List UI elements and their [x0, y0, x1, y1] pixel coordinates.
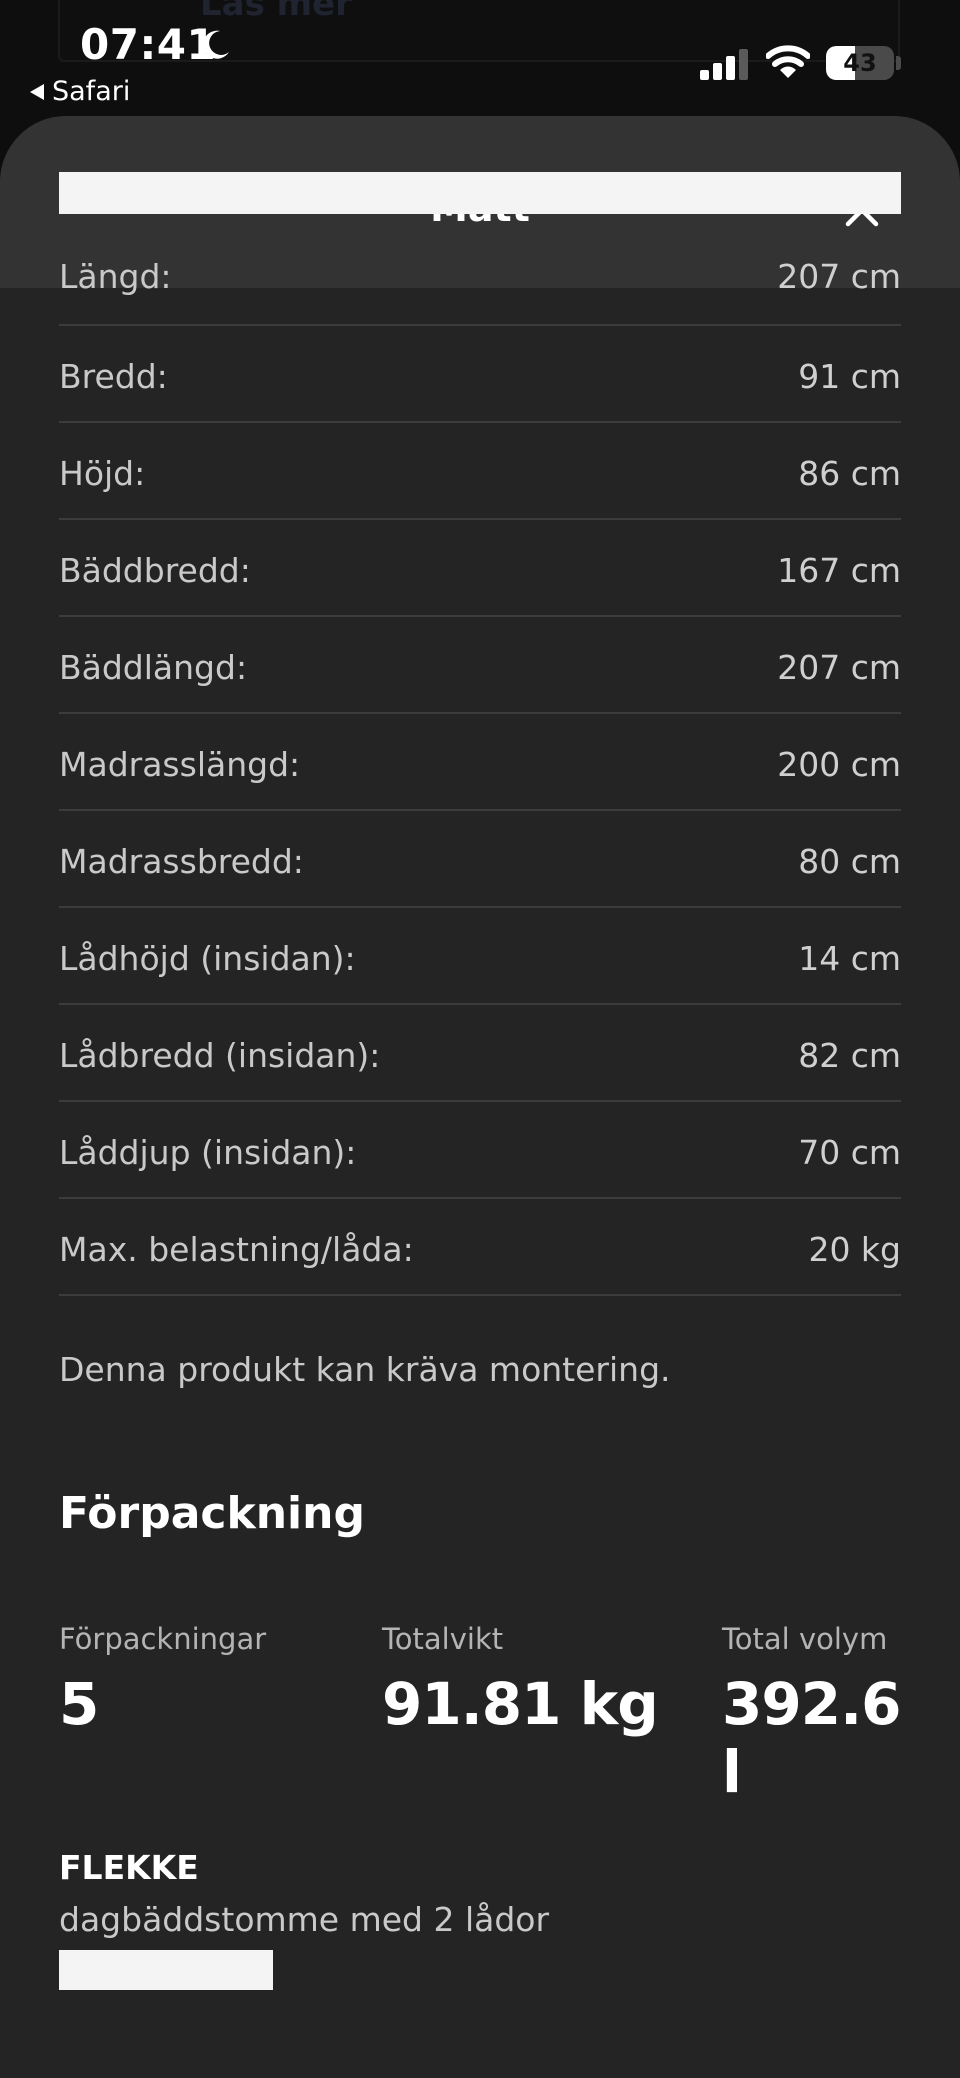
dimension-row: Lådhöjd (insidan): 14 cm — [59, 908, 901, 1005]
dimension-value: 200 cm — [777, 745, 901, 784]
dimension-label: Bredd: — [59, 357, 168, 396]
status-time: 07:41 — [80, 20, 217, 69]
total-volume-stat: Total volym 392.6 l — [722, 1622, 901, 1806]
dimension-label: Låddjup (insidan): — [59, 1133, 357, 1172]
product-image-strip — [59, 172, 901, 214]
signal-bar — [713, 63, 722, 80]
stat-value: 5 — [59, 1670, 99, 1738]
signal-bar — [726, 56, 735, 80]
total-weight-stat: Totalvikt 91.81 kg — [382, 1622, 659, 1738]
dimension-row: Längd: 207 cm — [59, 214, 901, 326]
dimensions-list: Längd: 207 cm Bredd: 91 cm Höjd: 86 cm B… — [59, 214, 901, 1296]
back-link-label: Safari — [52, 76, 131, 107]
dimension-row: Bredd: 91 cm — [59, 326, 901, 423]
packages-count-stat: Förpackningar 5 — [59, 1622, 266, 1738]
dimension-value: 207 cm — [777, 648, 901, 687]
dimension-label: Lådbredd (insidan): — [59, 1036, 381, 1075]
dimension-value: 20 kg — [808, 1230, 901, 1269]
packaging-heading: Förpackning — [59, 1488, 365, 1539]
battery-cap — [896, 56, 901, 70]
dimension-row: Bäddlängd: 207 cm — [59, 617, 901, 714]
dimension-row: Lådbredd (insidan): 82 cm — [59, 1005, 901, 1102]
status-bar: 07:41 Safari 43 — [0, 0, 960, 110]
product-description: dagbäddstomme med 2 lådor — [59, 1900, 550, 1939]
cellular-signal-icon — [700, 49, 748, 80]
product-name: FLEKKE — [59, 1848, 199, 1887]
dimension-value: 207 cm — [777, 256, 901, 296]
back-arrow-icon — [30, 83, 44, 100]
dimension-row: Höjd: 86 cm — [59, 423, 901, 520]
dimension-value: 14 cm — [798, 939, 901, 978]
dimension-value: 86 cm — [798, 454, 901, 493]
battery-level: 43 — [843, 49, 877, 77]
dimension-row: Bäddbredd: 167 cm — [59, 520, 901, 617]
back-to-safari-link[interactable]: Safari — [30, 76, 130, 107]
signal-bar — [739, 49, 748, 80]
dimension-value: 167 cm — [777, 551, 901, 590]
dimension-label: Max. belastning/låda: — [59, 1230, 414, 1269]
dimension-row: Madrassbredd: 80 cm — [59, 811, 901, 908]
dimension-value: 82 cm — [798, 1036, 901, 1075]
dimension-row: Madrasslängd: 200 cm — [59, 714, 901, 811]
stat-label: Totalvikt — [382, 1622, 504, 1656]
stat-value: 392.6 l — [722, 1670, 901, 1806]
dimension-label: Madrassbredd: — [59, 842, 304, 881]
dimension-value: 91 cm — [798, 357, 901, 396]
dimension-label: Lådhöjd (insidan): — [59, 939, 356, 978]
dimension-row: Låddjup (insidan): 70 cm — [59, 1102, 901, 1199]
battery-indicator: 43 — [826, 46, 894, 80]
assembly-note: Denna produkt kan kräva montering. — [59, 1350, 671, 1389]
wifi-icon — [766, 45, 810, 78]
stat-label: Total volym — [722, 1622, 888, 1656]
dimension-label: Bäddlängd: — [59, 648, 248, 687]
packaging-stats: Förpackningar 5 Totalvikt 91.81 kg Total… — [59, 1622, 901, 1806]
dimension-row: Max. belastning/låda: 20 kg — [59, 1199, 901, 1296]
dimension-label: Längd: — [59, 256, 172, 296]
moon-icon — [203, 30, 229, 59]
dimension-value: 70 cm — [798, 1133, 901, 1172]
dimension-label: Bäddbredd: — [59, 551, 251, 590]
dimension-value: 80 cm — [798, 842, 901, 881]
package-image — [59, 1950, 273, 1990]
signal-bar — [700, 70, 709, 80]
stat-value: 91.81 kg — [382, 1670, 659, 1738]
dimension-label: Madrasslängd: — [59, 745, 301, 784]
stat-label: Förpackningar — [59, 1622, 267, 1656]
dimension-label: Höjd: — [59, 454, 146, 493]
